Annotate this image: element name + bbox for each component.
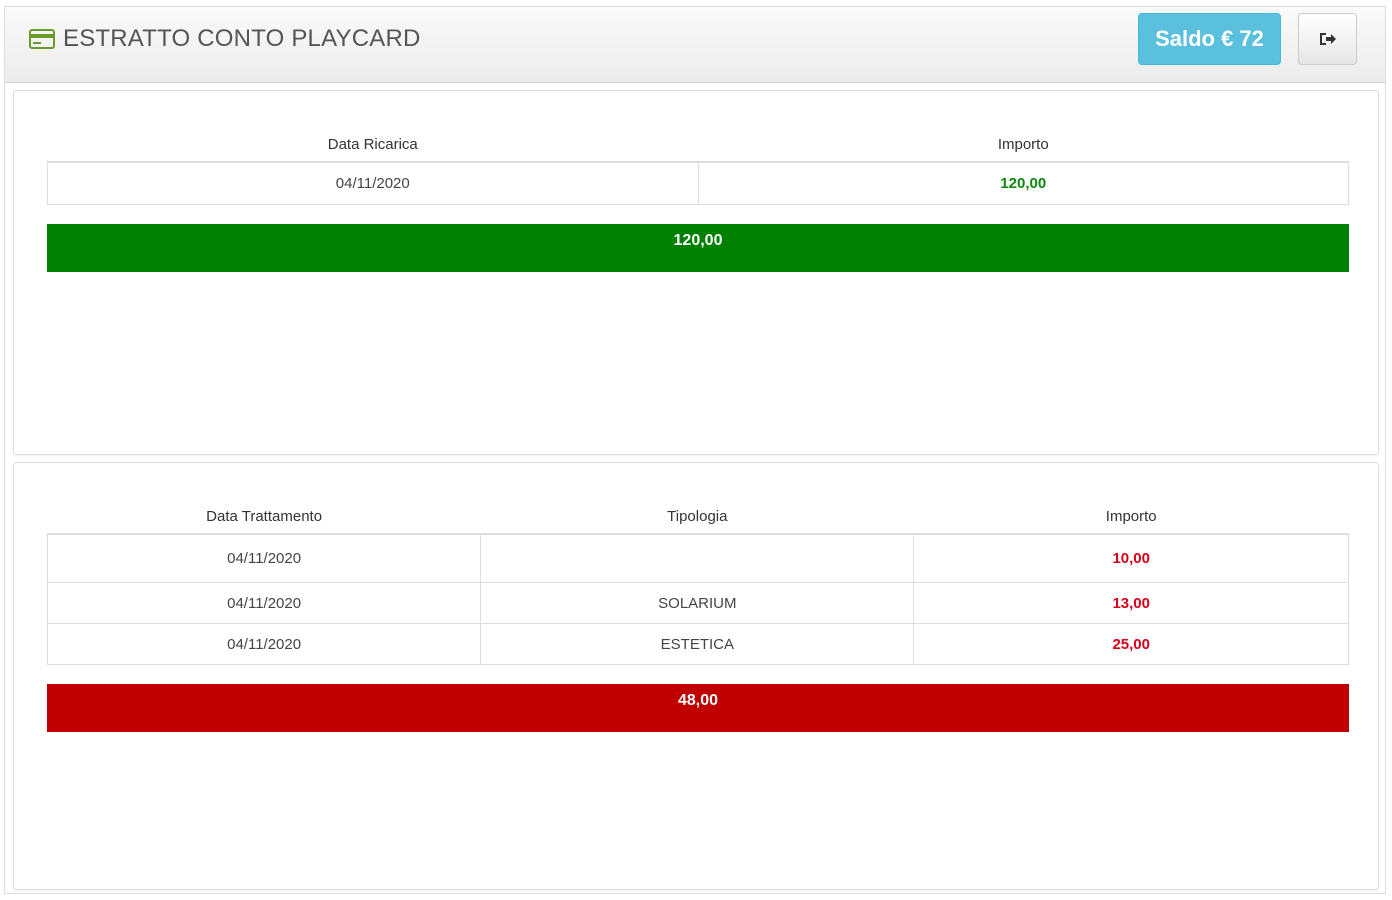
- table-row: 04/11/2020 120,00: [47, 161, 1349, 205]
- tipologia-cell: SOLARIUM: [480, 582, 915, 624]
- trattamenti-panel: Data Trattamento Tipologia Importo 04/11…: [13, 462, 1379, 890]
- column-header-tipologia: Tipologia: [480, 499, 914, 535]
- data-trattamento-cell: 04/11/2020: [46, 533, 482, 583]
- page-title: ESTRATTO CONTO PLAYCARD: [63, 25, 421, 52]
- data-trattamento-cell: 04/11/2020: [46, 623, 482, 665]
- column-header-data-trattamento: Data Trattamento: [47, 499, 481, 535]
- table-row: 04/11/2020 10,00: [46, 533, 1349, 583]
- ricariche-header-row: Data Ricarica Importo: [47, 127, 1349, 163]
- tipologia-cell: ESTETICA: [480, 623, 915, 665]
- credit-card-icon: [29, 29, 55, 49]
- importo-cell: 10,00: [913, 533, 1349, 583]
- table-row: 04/11/2020 ESTETICA 25,00: [46, 623, 1349, 665]
- saldo-button[interactable]: Saldo € 72: [1138, 13, 1281, 65]
- trattamenti-table: Data Trattamento Tipologia Importo 04/11…: [46, 499, 1349, 665]
- importo-cell: 25,00: [913, 623, 1349, 665]
- column-header-importo: Importo: [698, 127, 1349, 163]
- data-trattamento-cell: 04/11/2020: [46, 582, 482, 624]
- ricariche-panel: Data Ricarica Importo 04/11/2020 120,00 …: [13, 90, 1379, 455]
- ricariche-total-bar: 120,00: [47, 224, 1349, 272]
- playcard-statement-window: ESTRATTO CONTO PLAYCARD Saldo € 72 Data …: [4, 6, 1386, 894]
- ricariche-table: Data Ricarica Importo 04/11/2020 120,00: [47, 127, 1349, 205]
- importo-cell: 13,00: [913, 582, 1349, 624]
- trattamenti-total-bar: 48,00: [47, 684, 1349, 732]
- importo-cell: 120,00: [697, 161, 1349, 205]
- sign-out-icon: [1320, 33, 1336, 45]
- logout-button[interactable]: [1298, 13, 1357, 65]
- tipologia-cell: [480, 533, 915, 583]
- trattamenti-header-row: Data Trattamento Tipologia Importo: [47, 499, 1349, 535]
- table-row: 04/11/2020 SOLARIUM 13,00: [46, 582, 1349, 624]
- data-ricarica-cell: 04/11/2020: [47, 161, 699, 205]
- column-header-importo: Importo: [913, 499, 1349, 535]
- column-header-data-ricarica: Data Ricarica: [47, 127, 698, 163]
- page-header: ESTRATTO CONTO PLAYCARD Saldo € 72: [5, 7, 1385, 83]
